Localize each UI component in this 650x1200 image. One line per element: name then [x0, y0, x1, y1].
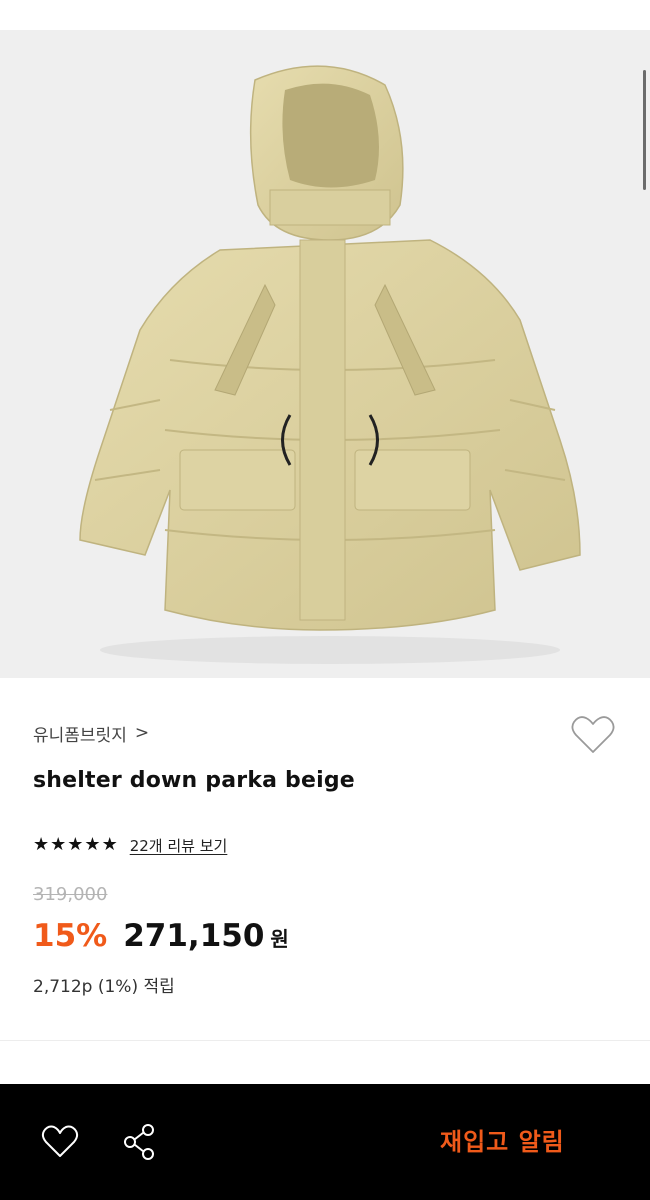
scrollbar[interactable] [643, 70, 646, 190]
reward-points: 2,712p (1%) 적립 [33, 977, 175, 997]
rating-stars: ★ ★ ★ ★ ★ [33, 836, 118, 854]
wishlist-button[interactable] [570, 714, 616, 756]
brand-name[interactable]: 유니폼브릿지 [33, 721, 127, 746]
brand-link[interactable]: 유니폼브릿지 > [33, 718, 149, 748]
discount-rate: 15% [33, 918, 108, 954]
star-icon: ★ [67, 834, 84, 855]
currency-unit: 원 [270, 927, 289, 951]
heart-outline-icon [41, 1125, 79, 1157]
share-button[interactable] [120, 1122, 160, 1162]
star-icon: ★ [84, 834, 101, 855]
share-icon [124, 1124, 154, 1160]
divider [0, 1040, 650, 1041]
sale-price: 271,150 [123, 918, 265, 954]
top-bar [0, 0, 650, 30]
jacket-illustration [79, 65, 581, 664]
chevron-right-icon: > [134, 723, 150, 743]
bottom-action-bar: 재입고 알림 [0, 1084, 650, 1200]
product-title: shelter down parka beige [33, 768, 355, 793]
bottom-wishlist-button[interactable] [40, 1122, 80, 1162]
restock-alert-button[interactable]: 재입고 알림 [440, 1122, 565, 1162]
review-link[interactable]: 22개 리뷰 보기 [130, 835, 228, 856]
original-price: 319,000 [33, 884, 108, 905]
rating-row: ★ ★ ★ ★ ★ 22개 리뷰 보기 [33, 834, 227, 856]
price-row: 15% 271,150 원 [33, 918, 289, 954]
star-icon: ★ [33, 834, 50, 855]
product-image[interactable] [0, 30, 650, 678]
heart-outline-icon [571, 716, 615, 753]
star-icon: ★ [101, 834, 118, 855]
star-icon: ★ [50, 834, 67, 855]
